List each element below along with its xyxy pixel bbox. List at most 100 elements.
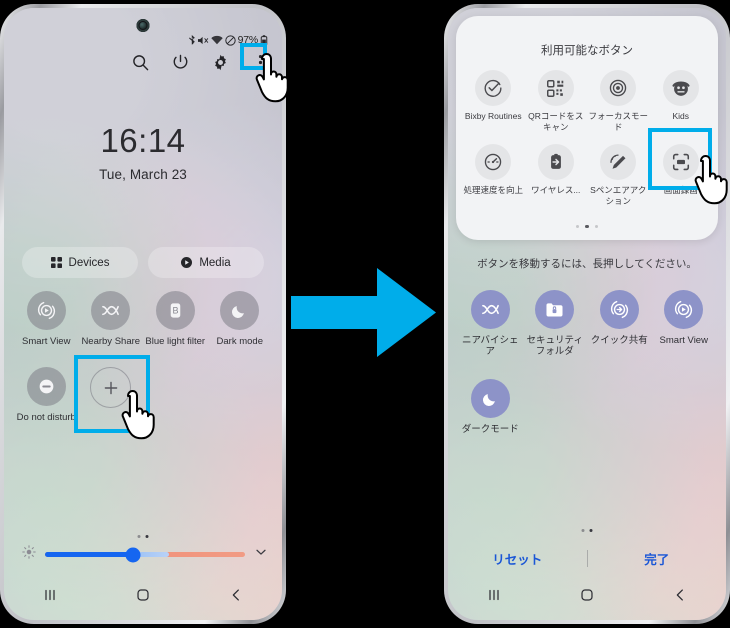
nearby-share-icon <box>470 290 510 329</box>
qr-code-icon <box>537 70 574 106</box>
right-phone-frame: 利用可能なボタン Bixby Routines QRコードをスキャン フォーカス… <box>444 4 730 624</box>
do-not-disturb-icon <box>26 367 66 406</box>
toggle-label: Blue light filter <box>145 336 206 347</box>
cursor-screen-recorder <box>688 155 730 207</box>
do-not-disturb-icon <box>224 34 236 46</box>
active-toggle-nearby-share[interactable]: ニアバイシェア <box>458 290 523 357</box>
page-dot <box>594 224 598 228</box>
active-toggle-dark-mode[interactable]: ダークモード <box>458 379 523 435</box>
nearby-share-icon <box>91 291 131 330</box>
gear-icon[interactable] <box>210 52 230 72</box>
available-button-label: Sペンエアアクション <box>590 185 647 206</box>
page-dot-active <box>589 529 593 532</box>
active-toggles-row-1: ニアバイシェア セキュリティフォルダ クイック共有 Smart View <box>458 290 716 357</box>
toggle-placeholder-4 <box>208 367 273 423</box>
brightness-knob[interactable] <box>125 547 141 562</box>
active-toggle-placeholder-2 <box>523 379 588 435</box>
left-phone-frame: 97% 16:14 Tue, March 23 Devices Media Sm… <box>0 4 286 624</box>
active-toggle-smart-view[interactable]: Smart View <box>652 290 717 357</box>
available-button-label: Kids <box>672 111 690 121</box>
recents-icon[interactable] <box>474 584 514 606</box>
brightness-slider-row <box>22 545 268 564</box>
page-dots <box>581 529 593 532</box>
chevron-down-icon[interactable] <box>254 545 268 564</box>
back-icon[interactable] <box>216 584 256 606</box>
page-dot-active <box>145 535 149 538</box>
home-icon[interactable] <box>123 584 163 606</box>
recents-icon[interactable] <box>30 584 70 606</box>
brightness-slider[interactable] <box>45 547 245 562</box>
toggle-do-not-disturb[interactable]: Do not disturb <box>14 367 79 423</box>
devices-grid-icon <box>50 257 62 268</box>
active-toggle-label: ダークモード <box>461 424 519 435</box>
toggle-label: Smart View <box>22 336 71 347</box>
available-button-wireless-powershare[interactable]: ワイヤレス... <box>525 144 588 206</box>
page-dots <box>137 535 149 538</box>
active-toggle-secure-folder[interactable]: セキュリティフォルダ <box>523 290 588 357</box>
screenshot-stage: 97% 16:14 Tue, March 23 Devices Media Sm… <box>0 0 730 628</box>
toggle-smart-view[interactable]: Smart View <box>14 291 79 347</box>
available-button-bixby-routines[interactable]: Bixby Routines <box>462 70 525 132</box>
sheet-title: 利用可能なボタン <box>541 45 633 57</box>
page-dot <box>576 224 580 228</box>
panel-pills: Devices Media <box>22 247 264 278</box>
smart-view-icon <box>664 290 704 329</box>
available-button-focus-mode[interactable]: フォーカスモード <box>587 70 650 132</box>
done-button[interactable]: 完了 <box>588 549 727 568</box>
transition-arrow <box>291 265 439 360</box>
toggle-dark-mode[interactable]: Dark mode <box>208 291 273 347</box>
active-toggle-label: ニアバイシェア <box>461 335 519 357</box>
page-dot <box>581 529 585 532</box>
media-play-icon <box>181 257 193 268</box>
available-button-label: Bixby Routines <box>464 111 522 121</box>
available-button-qr-scan[interactable]: QRコードをスキャン <box>525 70 588 132</box>
toggle-blue-light-filter[interactable]: B Blue light filter <box>143 291 208 347</box>
wireless-powershare-icon <box>537 144 574 180</box>
mute-icon <box>197 36 208 44</box>
media-button[interactable]: Media <box>148 247 264 278</box>
navigation-bar <box>448 584 726 606</box>
clock-date: Tue, March 23 <box>99 167 187 182</box>
lock-clock: 16:14 Tue, March 23 <box>4 124 282 182</box>
back-icon[interactable] <box>660 584 700 606</box>
cursor-add-button <box>115 390 161 442</box>
focus-mode-icon <box>600 70 637 106</box>
dark-mode-icon <box>470 379 510 418</box>
available-button-speed-boost[interactable]: 処理速度を向上 <box>462 144 525 206</box>
active-toggle-label: クイック共有 <box>590 335 648 346</box>
available-button-label: フォーカスモード <box>588 111 648 132</box>
toggle-nearby-share[interactable]: Nearby Share <box>79 291 144 347</box>
brightness-icon <box>22 545 36 564</box>
bluetooth-icon <box>188 34 195 45</box>
devices-label: Devices <box>68 256 110 269</box>
reset-button[interactable]: リセット <box>448 549 587 568</box>
cursor-more-options <box>249 53 295 105</box>
speed-boost-icon <box>475 144 512 180</box>
sheet-page-dots <box>456 224 718 228</box>
svg-text:B: B <box>172 306 178 316</box>
wifi-icon <box>210 35 223 44</box>
drag-hint-text: ボタンを移動するには、長押ししてください。 <box>477 258 697 270</box>
available-button-kids[interactable]: Kids <box>650 70 713 132</box>
available-button-spen-air-action[interactable]: Sペンエアアクション <box>587 144 650 206</box>
active-toggle-placeholder-3 <box>587 379 652 435</box>
active-toggle-quick-share[interactable]: クイック共有 <box>587 290 652 357</box>
active-toggles-grid: ニアバイシェア セキュリティフォルダ クイック共有 Smart View ダーク… <box>458 290 716 435</box>
toggle-label: Nearby Share <box>81 336 141 347</box>
brightness-fill <box>45 552 169 557</box>
power-icon[interactable] <box>170 52 190 72</box>
media-label: Media <box>199 256 231 269</box>
home-icon[interactable] <box>567 584 607 606</box>
toggle-label: Dark mode <box>216 336 263 347</box>
search-icon[interactable] <box>130 52 150 72</box>
toggle-label: Do not disturb <box>16 412 76 423</box>
devices-button[interactable]: Devices <box>22 247 138 278</box>
left-phone-screen: 97% 16:14 Tue, March 23 Devices Media Sm… <box>4 8 282 620</box>
right-phone-screen: 利用可能なボタン Bixby Routines QRコードをスキャン フォーカス… <box>448 8 726 620</box>
quick-share-icon <box>599 290 639 329</box>
page-dot-active <box>585 224 589 228</box>
active-toggle-placeholder-4 <box>652 379 717 435</box>
available-button-label: 処理速度を向上 <box>463 185 523 195</box>
secure-folder-icon <box>535 290 575 329</box>
active-toggle-label: Smart View <box>659 335 708 346</box>
